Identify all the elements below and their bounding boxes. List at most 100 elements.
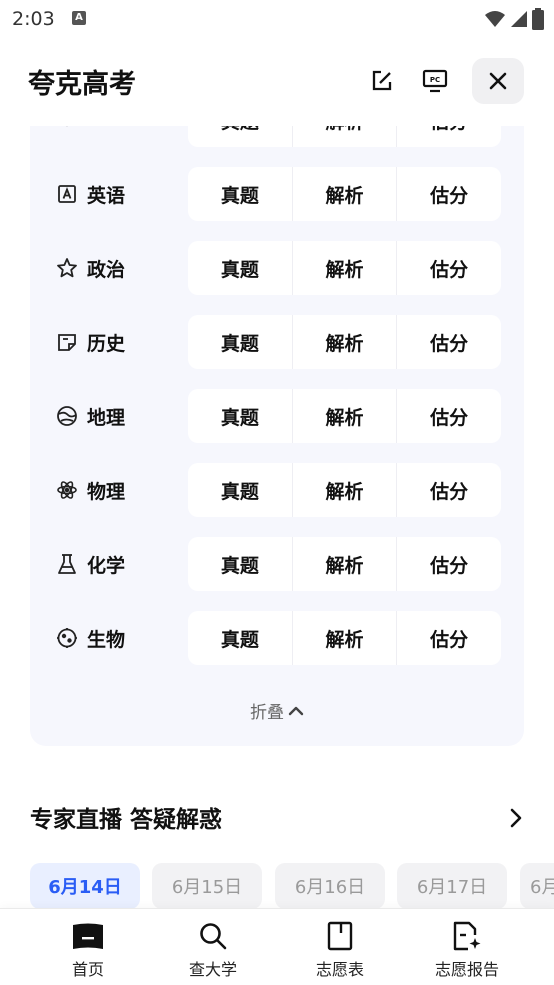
nav-search-university[interactable]: 查大学	[158, 909, 268, 985]
nav-home[interactable]: 首页	[33, 909, 143, 985]
subject-name: 地理	[87, 406, 126, 429]
subject-row-biology: 生物 真题 解析 估分	[30, 611, 524, 665]
analysis-button[interactable]: 解析	[291, 315, 397, 369]
analysis-button[interactable]: 解析	[291, 389, 397, 443]
analysis-button[interactable]: 解析	[291, 611, 397, 665]
analysis-button[interactable]: 解析	[291, 126, 397, 147]
close-icon	[489, 72, 507, 90]
atom-icon	[56, 479, 78, 501]
date-tabs: 6月14日 6月15日 6月16日 6月17日 6月	[30, 863, 554, 909]
score-estimate-button[interactable]: 估分	[396, 463, 501, 517]
live-section-more-button[interactable]	[506, 806, 526, 830]
score-estimate-button[interactable]: 估分	[396, 389, 501, 443]
edit-icon	[372, 70, 392, 91]
score-estimate-button[interactable]: 估分	[396, 241, 501, 295]
subject-row-english: 英语 真题 解析 估分	[30, 167, 524, 221]
analysis-button[interactable]: 解析	[291, 463, 397, 517]
live-section-title: 专家直播 答疑解惑	[30, 807, 223, 833]
nav-application-report[interactable]: 志愿报告	[412, 909, 522, 985]
battery-icon	[532, 8, 544, 30]
nav-application-form[interactable]: 志愿表	[285, 909, 395, 985]
score-estimate-button[interactable]: 估分	[396, 167, 501, 221]
subject-actions: 真题 解析 估分	[188, 463, 501, 517]
real-exam-button[interactable]: 真题	[188, 126, 292, 147]
book-open-icon	[72, 921, 104, 951]
report-sparkle-icon	[451, 921, 483, 951]
subject-name: 生物	[87, 628, 126, 651]
subject-card: 真题 解析 估分 英语 真题 解析 估分 政治 真题 解析 估分	[30, 126, 524, 746]
nav-label: 志愿表	[315, 960, 364, 979]
subject-label: 英语	[56, 167, 125, 221]
header: 夸克高考 PC	[0, 52, 554, 112]
date-tab[interactable]: 6月15日	[152, 863, 262, 909]
subject-actions: 真题 解析 估分	[188, 241, 501, 295]
analysis-button[interactable]: 解析	[291, 167, 397, 221]
subject-name: 英语	[87, 184, 126, 207]
subject-actions: 真题 解析 估分	[188, 167, 501, 221]
subject-label: 生物	[56, 611, 125, 665]
subject-actions: 真题 解析 估分	[188, 611, 501, 665]
score-estimate-button[interactable]: 估分	[396, 126, 501, 147]
subject-row-partial: 真题 解析 估分	[30, 126, 524, 147]
real-exam-button[interactable]: 真题	[188, 167, 292, 221]
nav-label: 志愿报告	[434, 960, 499, 979]
real-exam-button[interactable]: 真题	[188, 389, 292, 443]
subject-row-chemistry: 化学 真题 解析 估分	[30, 537, 524, 591]
cell-icon	[56, 627, 78, 649]
real-exam-button[interactable]: 真题	[188, 463, 292, 517]
signal-icon	[511, 11, 527, 27]
search-icon	[197, 921, 229, 951]
score-estimate-button[interactable]: 估分	[396, 315, 501, 369]
math-icon	[56, 126, 78, 131]
score-estimate-button[interactable]: 估分	[396, 537, 501, 591]
subject-label: 化学	[56, 537, 125, 591]
flask-icon	[56, 553, 78, 575]
close-button[interactable]	[472, 58, 524, 104]
nav-label: 查大学	[188, 960, 237, 979]
subject-actions: 真题 解析 估分	[188, 389, 501, 443]
subject-row-geography: 地理 真题 解析 估分	[30, 389, 524, 443]
real-exam-button[interactable]: 真题	[188, 315, 292, 369]
bookmark-icon	[324, 921, 356, 951]
subject-label: 地理	[56, 389, 125, 443]
chevron-up-icon	[288, 706, 304, 715]
date-tab[interactable]: 6月	[520, 863, 554, 909]
subject-label: 政治	[56, 241, 125, 295]
analysis-button[interactable]: 解析	[291, 241, 397, 295]
wifi-icon	[485, 11, 505, 27]
subject-row-history: 历史 真题 解析 估分	[30, 315, 524, 369]
subject-name: 历史	[87, 332, 126, 355]
page-title: 夸克高考	[28, 69, 136, 100]
svg-text:PC: PC	[430, 76, 440, 84]
subject-row-politics: 政治 真题 解析 估分	[30, 241, 524, 295]
letter-a-icon	[56, 183, 78, 205]
subject-label: 物理	[56, 463, 125, 517]
star-icon	[56, 257, 78, 279]
subject-name: 政治	[87, 258, 126, 281]
subject-row-physics: 物理 真题 解析 估分	[30, 463, 524, 517]
subject-actions: 真题 解析 估分	[188, 315, 501, 369]
subject-label: 历史	[56, 315, 125, 369]
score-estimate-button[interactable]: 估分	[396, 611, 501, 665]
status-indicators	[484, 8, 544, 30]
subject-label	[56, 126, 78, 147]
real-exam-button[interactable]: 真题	[188, 537, 292, 591]
notification-badge-icon: A	[72, 11, 86, 25]
subject-actions: 真题 解析 估分	[188, 126, 501, 147]
analysis-button[interactable]: 解析	[291, 537, 397, 591]
collapse-label: 折叠	[250, 703, 284, 723]
subject-name: 化学	[87, 554, 126, 577]
bottom-nav: 首页 查大学 志愿表 志愿报告	[0, 908, 554, 985]
edit-button[interactable]	[367, 66, 397, 96]
real-exam-button[interactable]: 真题	[188, 611, 292, 665]
pc-mode-button[interactable]: PC	[420, 66, 450, 96]
date-tab[interactable]: 6月16日	[275, 863, 385, 909]
date-tab[interactable]: 6月14日	[30, 863, 140, 909]
real-exam-button[interactable]: 真题	[188, 241, 292, 295]
subject-actions: 真题 解析 估分	[188, 537, 501, 591]
book-icon	[56, 331, 78, 353]
status-time: 2:03	[12, 8, 55, 30]
date-tab[interactable]: 6月17日	[397, 863, 507, 909]
collapse-button[interactable]: 折叠	[30, 698, 524, 723]
subject-name: 物理	[87, 480, 126, 503]
